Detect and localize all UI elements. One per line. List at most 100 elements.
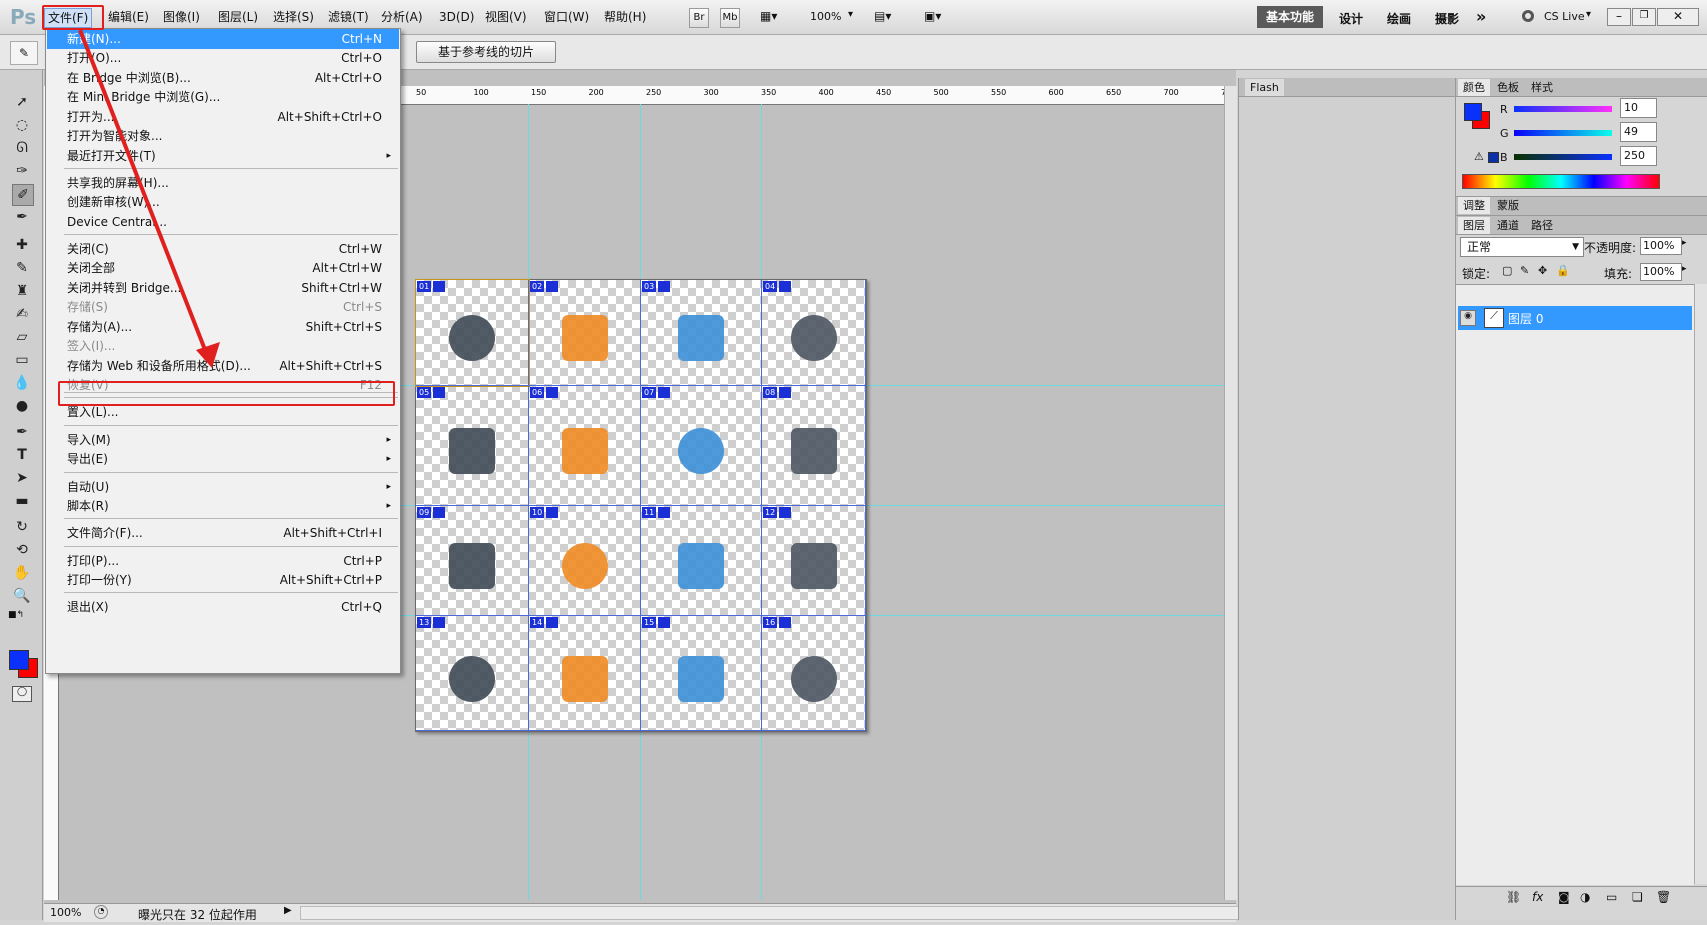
fill-arrow-icon[interactable]: ▸ [1682,264,1687,274]
workspace-photography[interactable]: 摄影 [1435,10,1459,27]
menu-7[interactable]: 3D(D) [436,8,477,26]
foreground-color-swatch[interactable] [9,650,29,670]
menu-6[interactable]: 分析(A) [378,8,426,26]
file-menu-item[interactable]: 导出(E) ▸ [47,449,399,469]
status-zoom[interactable]: 100% [50,906,81,919]
file-menu-item[interactable]: 导入(M) ▸ [47,430,399,450]
hand-tool-icon[interactable]: ✋ [12,563,32,583]
add-mask-icon[interactable]: ◙ [1558,890,1570,904]
quick-mask-icon[interactable]: ◯ [12,686,32,702]
view-extras-icon[interactable]: ▦▾ [760,9,786,25]
lock-position-icon[interactable]: ✥ [1538,264,1547,277]
menu-10[interactable]: 帮助(H) [601,8,649,26]
workspace-painting[interactable]: 绘画 [1387,10,1411,27]
file-menu-item[interactable]: 自动(U) ▸ [47,477,399,497]
file-menu-item[interactable]: 脚本(R) ▸ [47,496,399,516]
tab-flash[interactable]: Flash [1245,79,1284,96]
blend-mode-select[interactable]: 正常 ▼ [1460,237,1584,257]
shape-tool-icon[interactable]: ▬ [12,491,32,511]
slice-cell[interactable]: 13 [416,616,529,731]
slider-g-track[interactable] [1514,130,1612,136]
tab-adjustments[interactable]: 调整 [1458,197,1490,214]
slice-cell[interactable]: 07 [641,386,762,506]
file-menu-item[interactable]: 退出(X) Ctrl+Q [47,597,399,617]
status-menu-arrow-icon[interactable]: ▶ [284,905,292,916]
layer-style-icon[interactable]: fx [1532,890,1543,904]
slice-cell[interactable]: 15 [641,616,762,731]
lock-transparency-icon[interactable]: ▢ [1502,264,1512,277]
fill-input[interactable]: 100% [1640,263,1682,281]
slider-b-track[interactable] [1514,154,1612,160]
adjustment-layer-icon[interactable]: ◑ [1580,890,1590,904]
tab-swatches[interactable]: 色板 [1492,79,1524,96]
link-layers-icon[interactable]: ⛓ [1506,890,1521,904]
visibility-eye-icon[interactable]: ◉ [1460,310,1476,326]
layers-scrollbar[interactable] [1694,284,1707,884]
default-colors-icon[interactable]: ■↰ [8,610,24,620]
tab-layers[interactable]: 图层 [1458,217,1490,234]
path-selection-tool-icon[interactable]: ➤ [12,468,32,488]
new-group-icon[interactable]: ▭ [1606,890,1617,904]
slices-from-guides-button[interactable]: 基于参考线的切片 [416,41,556,63]
delete-layer-icon[interactable]: 🗑 [1656,890,1671,904]
slice-cell[interactable]: 06 [529,386,641,506]
pen-tool-icon[interactable]: ✒ [12,422,32,442]
cs-live-dropdown-icon[interactable]: ▾ [1586,9,1591,20]
menu-9[interactable]: 窗口(W) [541,8,592,26]
slice-cell[interactable]: 09 [416,506,529,616]
layer-row[interactable]: ◉ ⟋ 图层 0 [1458,306,1692,330]
slice-cell[interactable]: 02 [529,280,641,386]
slider-b-value[interactable]: 250 [1620,146,1657,166]
zoom-tool-icon[interactable]: 🔍 [12,586,32,606]
lock-image-icon[interactable]: ✎ [1520,264,1529,277]
workspace-design[interactable]: 设计 [1339,10,1363,27]
slice-cell[interactable]: 14 [529,616,641,731]
menu-5[interactable]: 滤镜(T) [325,8,372,26]
tab-color[interactable]: 颜色 [1458,79,1490,96]
more-workspaces-icon[interactable]: » [1476,7,1486,26]
zoom-level[interactable]: 100% [810,10,841,23]
layer-name[interactable]: 图层 0 [1508,310,1543,327]
menu-8[interactable]: 视图(V) [482,8,530,26]
slice-cell[interactable]: 11 [641,506,762,616]
zoom-dropdown-icon[interactable]: ▾ [848,9,853,20]
opacity-arrow-icon[interactable]: ▸ [1682,238,1687,248]
mini-bridge-button[interactable]: Mb [720,8,740,28]
slice-cell[interactable]: 01 [415,279,530,387]
type-tool-icon[interactable]: T [12,445,32,465]
web-safe-swatch[interactable] [1488,152,1499,163]
horizontal-scrollbar[interactable] [300,906,1270,920]
slice-cell[interactable]: 12 [762,506,866,616]
screen-mode-icon[interactable]: ▣▾ [924,9,941,23]
document-canvas[interactable]: 01 02 03 04 05 06 07 08 09 10 11 12 13 14 15 16 [415,279,867,732]
close-window-button[interactable]: ✕ [1657,8,1699,26]
lock-all-icon[interactable]: 🔒 [1556,264,1570,277]
opacity-input[interactable]: 100% [1640,237,1682,255]
panel-foreground-swatch[interactable] [1464,103,1482,121]
new-layer-icon[interactable]: ❏ [1632,890,1643,904]
slider-r-value[interactable]: 10 [1620,98,1657,118]
tab-paths[interactable]: 路径 [1526,217,1558,234]
tab-masks[interactable]: 蒙版 [1492,197,1524,214]
slider-g-value[interactable]: 49 [1620,122,1657,142]
3d-orbit-tool-icon[interactable]: ⟲ [12,540,32,560]
slice-cell[interactable]: 04 [762,280,866,386]
tab-styles[interactable]: 样式 [1526,79,1558,96]
gamut-warning-icon[interactable]: ⚠ [1474,150,1484,163]
slice-cell[interactable]: 10 [529,506,641,616]
file-menu-item[interactable]: 打印一份(Y) Alt+Shift+Ctrl+P [47,570,399,590]
slice-cell[interactable]: 05 [416,386,529,506]
minimize-button[interactable]: – [1607,8,1631,26]
slice-cell[interactable]: 16 [762,616,866,731]
bridge-button[interactable]: Br [689,8,709,28]
restore-button[interactable]: ❐ [1632,8,1656,26]
cs-live-label[interactable]: CS Live [1544,10,1585,23]
3d-rotate-tool-icon[interactable]: ↻ [12,517,32,537]
slice-cell[interactable]: 08 [762,386,866,506]
slider-r-track[interactable] [1514,106,1612,112]
slice-cell[interactable]: 03 [641,280,762,386]
file-menu-item[interactable]: 文件简介(F)... Alt+Shift+Ctrl+I [47,523,399,543]
arrange-documents-icon[interactable]: ▤▾ [874,9,891,23]
file-menu-item[interactable]: 打印(P)... Ctrl+P [47,551,399,571]
workspace-basic[interactable]: 基本功能 [1257,6,1323,28]
